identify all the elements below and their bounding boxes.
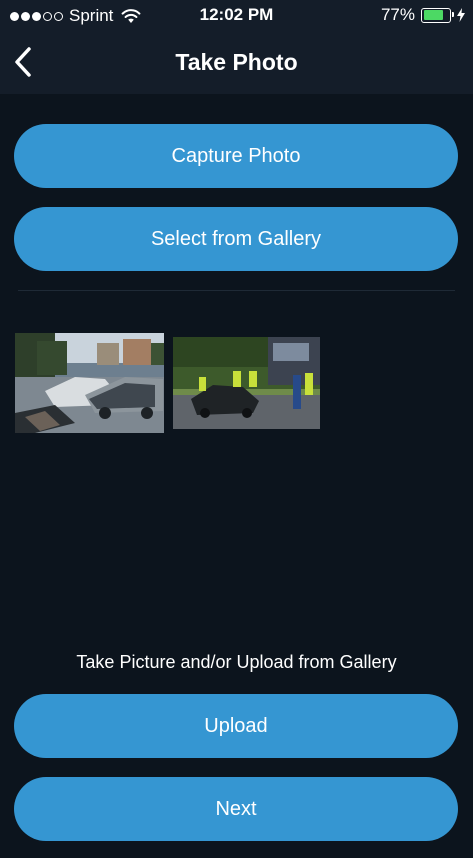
select-from-gallery-button[interactable]: Select from Gallery [14,207,458,271]
upload-button[interactable]: Upload [14,694,458,758]
next-button[interactable]: Next [14,777,458,841]
photo-thumbnail-1[interactable] [15,333,164,433]
battery-status: 77% [381,5,465,25]
battery-percent: 77% [380,5,415,24]
battery-level [423,10,443,20]
photo-thumbnail-2[interactable] [173,337,320,429]
capture-photo-button[interactable]: Capture Photo [14,124,458,188]
battery-icon [421,7,454,23]
status-bar: Sprint 12:02 PM 77% [0,0,473,32]
charging-bolt-icon [457,8,465,22]
page-title: Take Photo [175,49,298,75]
nav-bar: Take Photo [0,32,473,94]
divider [18,290,455,291]
instruction-text: Take Picture and/or Upload from Gallery [76,652,397,672]
